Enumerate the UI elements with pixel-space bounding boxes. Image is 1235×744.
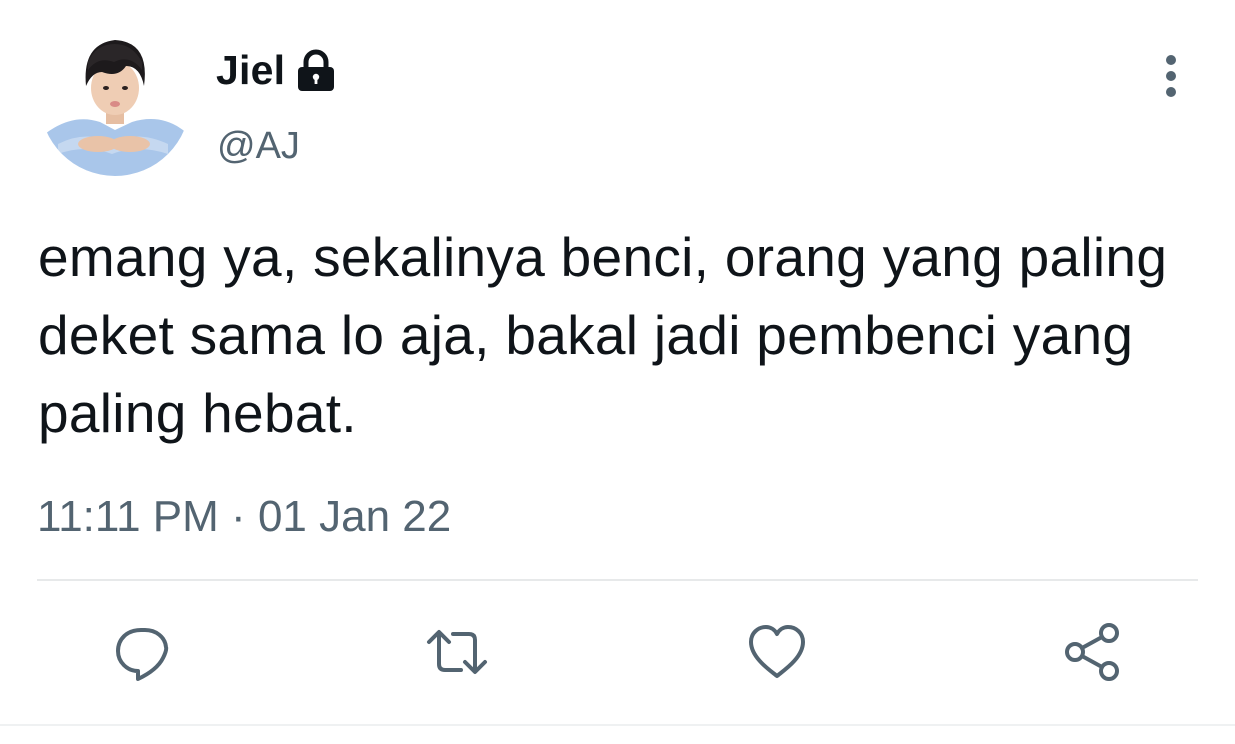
retweet-button[interactable]: [425, 620, 489, 684]
share-button[interactable]: [1062, 620, 1126, 684]
share-icon: [1065, 623, 1119, 681]
display-name[interactable]: Jiel: [216, 44, 285, 96]
divider: [37, 579, 1198, 581]
bottom-divider: [0, 724, 1235, 726]
timestamp-separator: ·: [231, 492, 246, 541]
tweet-time[interactable]: 11:11 PM: [37, 492, 219, 541]
tweet-text: emang ya, sekalinya benci, orang yang pa…: [38, 226, 1168, 444]
tweet-card: Jiel @AJ emang ya, sekalinya benci, oran…: [0, 0, 1235, 744]
lock-icon: [295, 48, 337, 92]
more-vertical-icon: [1166, 55, 1176, 97]
reply-button[interactable]: [111, 620, 175, 684]
more-options-button[interactable]: [1150, 50, 1192, 102]
user-name-row[interactable]: Jiel: [216, 44, 337, 96]
tweet-date[interactable]: 01 Jan 22: [258, 492, 451, 541]
avatar-image: [40, 26, 190, 176]
like-button[interactable]: [745, 620, 809, 684]
retweet-icon: [427, 630, 487, 674]
user-handle[interactable]: @AJ: [217, 123, 300, 169]
reply-icon: [116, 628, 169, 681]
heart-icon: [749, 625, 805, 678]
timestamp[interactable]: 11:11 PM · 01 Jan 22: [37, 490, 451, 544]
avatar[interactable]: [40, 26, 190, 176]
